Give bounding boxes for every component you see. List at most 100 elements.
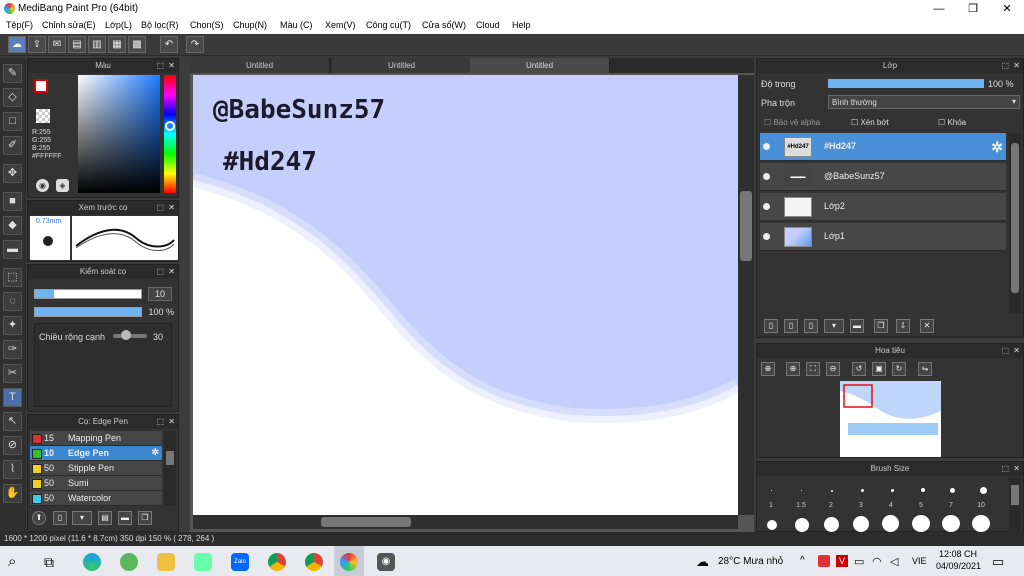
size-dot-5[interactable] bbox=[921, 488, 925, 492]
share-icon[interactable]: ⇪ bbox=[28, 36, 46, 53]
list-item-selected[interactable]: 10 Edge Pen ✲ bbox=[30, 446, 162, 461]
menu-edit[interactable]: Chỉnh sửa(E) bbox=[42, 20, 96, 30]
menu-color[interactable]: Màu (C) bbox=[280, 20, 313, 30]
folder-icon[interactable]: ▬ bbox=[850, 319, 864, 333]
close-icon[interactable]: ✕ bbox=[168, 265, 175, 279]
size-dot-4[interactable] bbox=[891, 489, 894, 492]
lock-checkbox[interactable]: ☐ Khóa bbox=[938, 118, 966, 127]
hand-tool-icon[interactable]: ✋ bbox=[3, 484, 22, 503]
eraser-tool-icon[interactable]: ◇ bbox=[3, 88, 22, 107]
document-icon[interactable]: ▥ bbox=[88, 36, 106, 53]
menu-filter[interactable]: Bộ lọc(R) bbox=[141, 20, 179, 30]
chrome-icon-2[interactable] bbox=[305, 553, 323, 571]
tray-icon-1[interactable] bbox=[818, 555, 830, 567]
size-dot-1[interactable] bbox=[771, 490, 772, 491]
size-dot-large[interactable] bbox=[795, 518, 809, 532]
app-icon-2[interactable] bbox=[194, 553, 212, 571]
saturation-value-picker[interactable] bbox=[78, 75, 160, 193]
brush-size-scrollbar[interactable] bbox=[1009, 477, 1021, 532]
close-button[interactable]: ✕ bbox=[990, 0, 1024, 18]
layer-row-selected[interactable]: #Hd247 #Hd247 ✲ bbox=[760, 133, 1006, 161]
network-icon[interactable]: ▭ bbox=[854, 555, 864, 568]
drawing-canvas[interactable]: @BabeSunz57 #Hd247 bbox=[193, 75, 738, 515]
search-icon[interactable]: ⌕ bbox=[8, 553, 26, 571]
foreground-color-swatch[interactable] bbox=[34, 79, 48, 93]
hue-slider[interactable] bbox=[164, 75, 176, 193]
close-icon[interactable]: ✕ bbox=[1013, 59, 1020, 73]
close-icon[interactable]: ✕ bbox=[1013, 344, 1020, 358]
hue-handle[interactable] bbox=[165, 121, 175, 131]
brush-options-icon[interactable]: ▾ bbox=[72, 511, 92, 525]
close-icon[interactable]: ✕ bbox=[1013, 462, 1020, 476]
menu-help[interactable]: Help bbox=[512, 20, 531, 30]
close-icon[interactable]: ✕ bbox=[168, 415, 175, 429]
brush-folder-icon[interactable]: ▬ bbox=[118, 511, 132, 525]
menu-tools[interactable]: Công cụ(T) bbox=[366, 20, 411, 30]
add-brush-icon[interactable]: ⬆ bbox=[32, 511, 46, 525]
list-item[interactable]: 15 Mapping Pen bbox=[30, 431, 162, 446]
blend-mode-select[interactable]: Bình thường ▾ bbox=[828, 95, 1020, 109]
zoom-out-icon[interactable]: ⊖ bbox=[826, 362, 840, 376]
menu-select[interactable]: Chọn(S) bbox=[190, 20, 224, 30]
size-dot-1.5[interactable] bbox=[801, 490, 802, 491]
color-palette-icon[interactable]: ◈ bbox=[56, 179, 69, 192]
brush-tool-icon[interactable]: ✎ bbox=[3, 64, 22, 83]
size-dot-7[interactable] bbox=[950, 488, 955, 493]
trash-icon[interactable]: ✕ bbox=[920, 319, 934, 333]
close-icon[interactable]: ✕ bbox=[168, 59, 175, 73]
medibang-icon[interactable] bbox=[340, 553, 358, 571]
size-dot-large[interactable] bbox=[853, 516, 869, 532]
opacity-slider[interactable] bbox=[34, 307, 142, 317]
brush-settings-icon[interactable]: ▤ bbox=[98, 511, 112, 525]
duplicate-layer-icon[interactable]: ❐ bbox=[874, 319, 888, 333]
gradient-tool-icon[interactable]: ▬ bbox=[3, 240, 22, 259]
select-pen-icon[interactable]: ✑ bbox=[3, 340, 22, 359]
list-item[interactable]: 50 Stipple Pen bbox=[30, 461, 162, 476]
tray-icon-v[interactable]: V bbox=[836, 555, 848, 567]
size-dot-large[interactable] bbox=[824, 517, 839, 532]
blur-tool-icon[interactable]: ✐ bbox=[3, 136, 22, 155]
maximize-button[interactable]: ❐ bbox=[956, 0, 990, 18]
chat-icon[interactable]: ▤ bbox=[68, 36, 86, 53]
edge-browser-icon[interactable] bbox=[83, 553, 101, 571]
eyedropper-icon[interactable]: ⌇ bbox=[3, 460, 22, 479]
size-value[interactable]: 10 bbox=[148, 287, 172, 301]
menu-layer[interactable]: Lớp(L) bbox=[105, 20, 132, 30]
edge-width-handle[interactable] bbox=[121, 330, 131, 340]
magic-wand-icon[interactable]: ✦ bbox=[3, 316, 22, 335]
clock[interactable]: 12:08 CH 04/09/2021 bbox=[936, 549, 981, 571]
tab-untitled-1[interactable]: Untitled bbox=[190, 58, 330, 73]
horizontal-scrollbar[interactable] bbox=[193, 515, 738, 529]
move-tool-icon[interactable]: ✥ bbox=[3, 164, 22, 183]
cloud-icon[interactable]: ☁ bbox=[8, 36, 26, 53]
menu-window[interactable]: Cửa sổ(W) bbox=[422, 20, 466, 30]
flip-icon[interactable]: ⇋ bbox=[918, 362, 932, 376]
tiles-icon[interactable]: ▩ bbox=[128, 36, 146, 53]
wifi-icon[interactable]: ◠ bbox=[872, 555, 882, 568]
protect-alpha-checkbox[interactable]: ☐ Bảo vệ alpha bbox=[764, 118, 820, 127]
vertical-scrollbar[interactable] bbox=[738, 75, 754, 515]
new-halftone-layer-icon[interactable]: ▯ bbox=[804, 319, 818, 333]
zoom-in-icon[interactable]: ⊕ bbox=[761, 362, 775, 376]
clip-checkbox[interactable]: ☐ Xén bớt bbox=[851, 118, 889, 127]
brush-list-scrollbar[interactable] bbox=[164, 431, 176, 506]
size-dot-3[interactable] bbox=[861, 489, 864, 492]
menu-capture[interactable]: Chụp(N) bbox=[233, 20, 267, 30]
size-dot-large[interactable] bbox=[942, 515, 960, 532]
grid-icon[interactable]: ▦ bbox=[108, 36, 126, 53]
operation-tool-icon[interactable]: ↖ bbox=[3, 412, 22, 431]
layer-row[interactable]: Lớp1 bbox=[760, 223, 1006, 251]
merge-layer-icon[interactable]: ⇩ bbox=[896, 319, 910, 333]
layer-row[interactable]: ▬▬▬ @BabeSunz57 bbox=[760, 163, 1006, 191]
dot-tool-icon[interactable]: □ bbox=[3, 112, 22, 131]
zoom-in-alt-icon[interactable]: ⊕ bbox=[786, 362, 800, 376]
select-eraser-icon[interactable]: ✂ bbox=[3, 364, 22, 383]
menu-file[interactable]: Tệp(F) bbox=[6, 20, 33, 30]
fit-icon[interactable]: ⛶ bbox=[806, 362, 820, 376]
navigator-thumbnail[interactable] bbox=[840, 381, 941, 457]
notification-icon[interactable]: ▭ bbox=[992, 554, 1004, 570]
rotate-left-icon[interactable]: ↺ bbox=[852, 362, 866, 376]
canvas-text-hashtag[interactable]: #Hd247 bbox=[223, 147, 317, 177]
list-item[interactable]: 50 Watercolor bbox=[30, 491, 162, 506]
canvas-text-username[interactable]: @BabeSunz57 bbox=[213, 95, 385, 125]
